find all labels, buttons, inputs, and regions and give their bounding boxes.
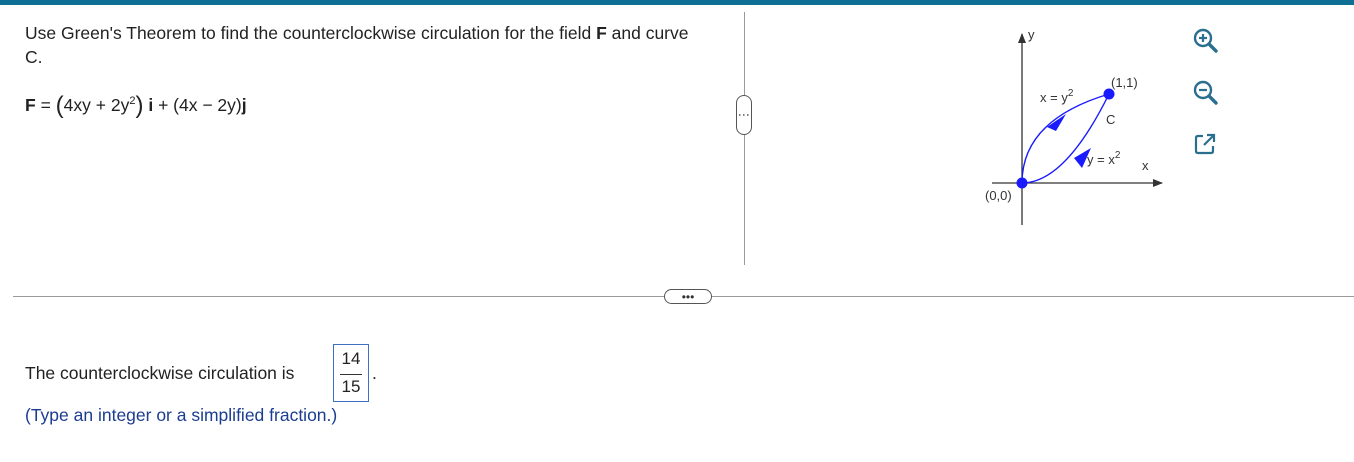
horizontal-handle-dots: •••: [681, 289, 695, 304]
formula-i-component: 4xy + 2y: [63, 95, 130, 115]
question-text-before: Use Green's Theorem to find the counterc…: [25, 23, 597, 43]
point-origin-marker: [1016, 177, 1028, 189]
direction-arrow-upper: [1047, 114, 1066, 131]
zoom-out-icon[interactable]: [1191, 78, 1219, 106]
zoom-in-icon[interactable]: [1191, 26, 1219, 54]
fraction-bar: [340, 373, 362, 375]
answer-period: .: [372, 363, 377, 383]
point-end-marker: [1103, 88, 1115, 100]
field-symbol: F: [596, 23, 607, 43]
curve-bottom-label: y = x2: [1087, 150, 1121, 167]
region-graph: y x x = y2 (1,1) C y = x2 (0,0): [985, 27, 1163, 225]
point-end-label: (1,1): [1111, 75, 1138, 90]
y-axis-label: y: [1028, 27, 1035, 42]
formula-equals: =: [35, 95, 56, 115]
vector-field-formula: F = (4xy + 2y2) i + (4x − 2y)j: [25, 92, 247, 120]
point-origin-label: (0,0): [985, 188, 1012, 203]
vertical-divider: [744, 12, 745, 265]
vertical-handle-dots: ⋮: [737, 109, 751, 121]
question-text: Use Green's Theorem to find the counterc…: [25, 21, 705, 69]
curve-top-label: x = y2: [1040, 88, 1074, 105]
answer-numerator: 14: [341, 349, 361, 368]
formula-open-paren: (: [55, 92, 64, 119]
horizontal-resize-handle[interactable]: •••: [664, 289, 712, 304]
vertical-resize-handle[interactable]: ⋮: [736, 95, 752, 135]
top-accent-bar: [0, 0, 1354, 5]
curve-y-equals-x-squared: [1021, 93, 1110, 184]
unit-vector-j: j: [241, 95, 247, 115]
curve-x-equals-y-squared: [1021, 93, 1110, 184]
answer-prefix: The counterclockwise circulation is: [25, 363, 295, 383]
popout-icon[interactable]: [1191, 130, 1219, 158]
answer-hint: (Type an integer or a simplified fractio…: [25, 405, 338, 425]
formula-j-component: + (4x − 2y): [153, 95, 242, 115]
answer-fraction-box[interactable]: 14 15: [333, 344, 369, 402]
x-axis-label: x: [1142, 158, 1149, 173]
formula-lhs: F: [25, 95, 36, 115]
answer-denominator: 15: [341, 377, 361, 396]
curve-name-label: C: [1106, 112, 1115, 127]
